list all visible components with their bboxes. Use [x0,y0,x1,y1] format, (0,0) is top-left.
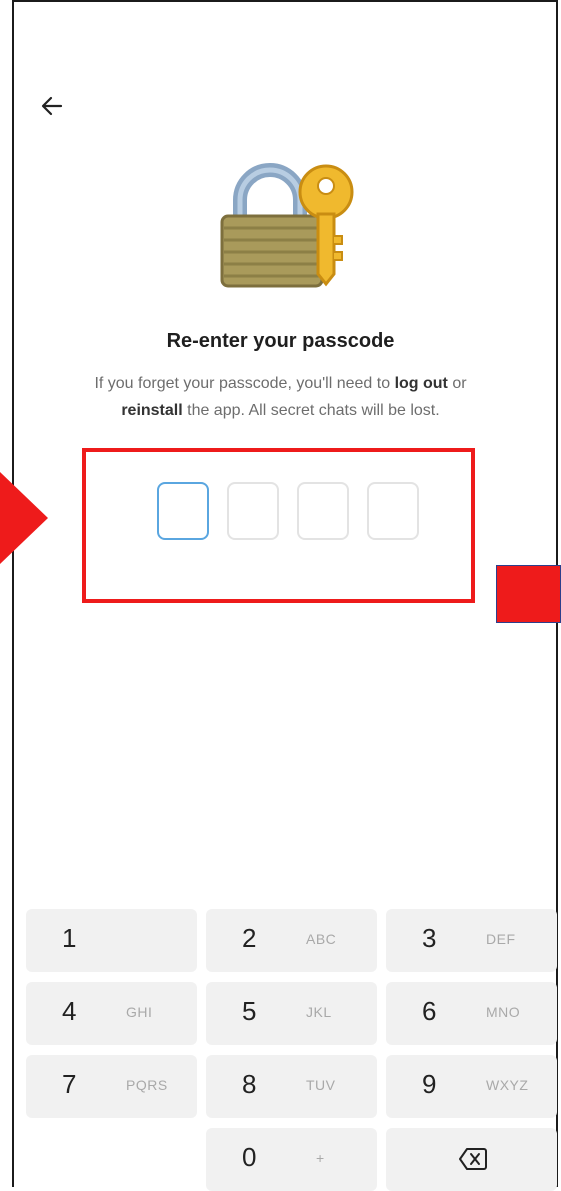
back-button[interactable] [38,92,66,120]
key-7[interactable]: 7 PQRS [26,1055,197,1118]
key-2[interactable]: 2 ABC [206,909,377,972]
arrow-left-icon [41,96,63,116]
annotation-red-square [496,565,561,623]
key-1[interactable]: 1 [26,909,197,972]
log-out-emphasis: log out [394,375,448,392]
page-title: Re-enter your passcode [166,330,395,352]
numeric-keypad: 1 2 ABC 3 DEF 4 GHI 5 JKL 6 MNO 7 PQRS 8… [26,909,557,1191]
key-0[interactable]: 0 + [206,1128,377,1191]
key-5[interactable]: 5 JKL [206,982,377,1045]
key-4[interactable]: 4 GHI [26,982,197,1045]
annotation-highlight-box [82,448,475,603]
passcode-warning-text: If you forget your passcode, you'll need… [94,375,467,419]
key-9[interactable]: 9 WXYZ [386,1055,557,1118]
padlock-with-key-icon [220,163,354,288]
key-8[interactable]: 8 TUV [206,1055,377,1118]
backspace-button[interactable] [386,1128,557,1191]
key-6[interactable]: 6 MNO [386,982,557,1045]
annotation-arrow-marker [0,472,48,564]
key-3[interactable]: 3 DEF [386,909,557,972]
backspace-icon [459,1148,487,1170]
keypad-spacer [26,1128,197,1191]
reinstall-emphasis: reinstall [121,402,183,419]
